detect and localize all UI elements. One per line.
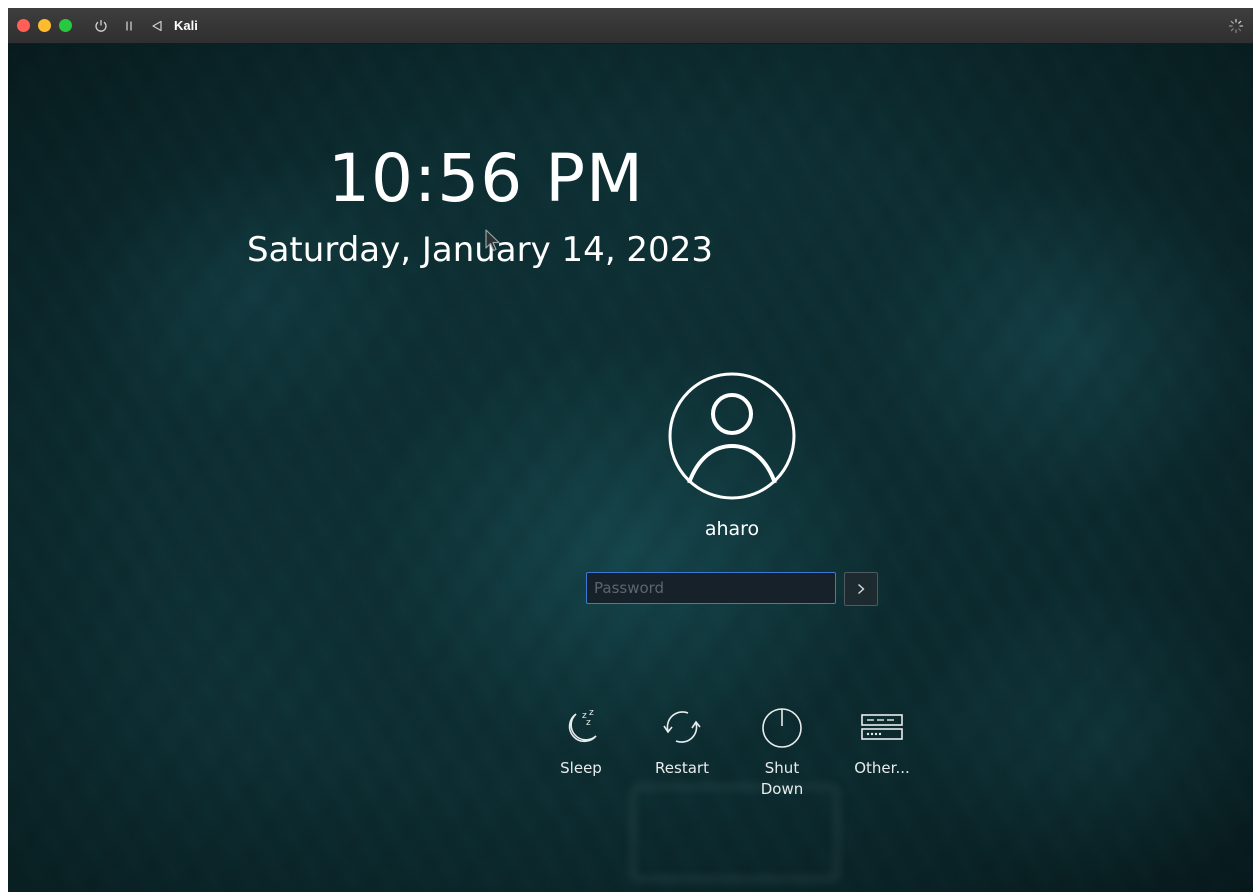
svg-text:z: z bbox=[586, 718, 591, 728]
login-submit-button[interactable] bbox=[844, 572, 878, 606]
zoom-button[interactable] bbox=[59, 19, 72, 32]
window-titlebar: Kali bbox=[8, 8, 1253, 44]
restart-button[interactable]: Restart bbox=[637, 704, 727, 779]
power-icon bbox=[759, 704, 805, 750]
svg-text:z: z bbox=[589, 708, 594, 718]
power-icon[interactable] bbox=[94, 19, 108, 33]
restart-label: Restart bbox=[655, 759, 709, 777]
sleep-button[interactable]: z z z Sleep bbox=[536, 704, 626, 779]
clock-time: 10:56 PM bbox=[328, 140, 644, 217]
sleep-label: Sleep bbox=[560, 759, 602, 777]
pause-icon[interactable] bbox=[122, 19, 136, 33]
vm-window: Kali 10:56 PM Saturday, January 14, 2023… bbox=[8, 8, 1253, 892]
restart-icon bbox=[659, 704, 705, 750]
spinner-icon bbox=[1228, 18, 1244, 34]
user-avatar-icon[interactable] bbox=[668, 372, 796, 500]
lock-screen: 10:56 PM Saturday, January 14, 2023 ahar… bbox=[8, 44, 1253, 892]
minimize-button[interactable] bbox=[38, 19, 51, 32]
traffic-lights bbox=[17, 19, 80, 32]
password-input[interactable] bbox=[586, 572, 836, 604]
mouse-pointer-icon bbox=[484, 228, 502, 254]
window-title: Kali bbox=[174, 18, 198, 33]
shutdown-button[interactable]: Shut Down bbox=[737, 704, 827, 800]
chevron-right-icon bbox=[858, 583, 865, 595]
other-options-button[interactable]: Other... bbox=[837, 704, 927, 779]
shutdown-label: Shut Down bbox=[760, 759, 804, 798]
other-options-icon bbox=[859, 704, 905, 750]
username-label: aharo bbox=[704, 518, 760, 540]
close-button[interactable] bbox=[17, 19, 30, 32]
back-icon[interactable] bbox=[150, 19, 164, 33]
sleep-icon: z z z bbox=[558, 704, 604, 750]
other-options-label: Other... bbox=[854, 759, 910, 777]
